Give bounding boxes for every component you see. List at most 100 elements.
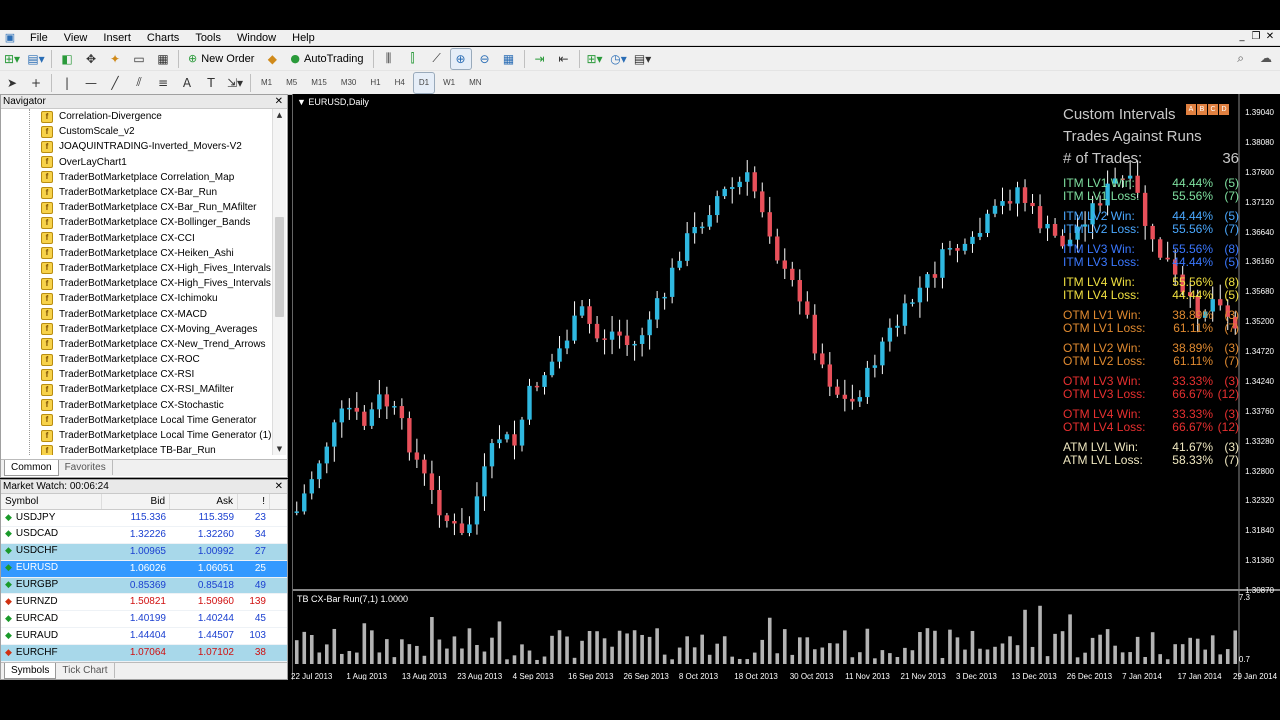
navigator-indicator-item[interactable]: f TraderBotMarketplace Local Time Generat… [1, 428, 273, 443]
market-watch-row[interactable]: ◆ USDJPY 115.336 115.359 23 [1, 510, 287, 527]
tab-favorites[interactable]: Favorites [59, 460, 113, 475]
menu-help[interactable]: Help [284, 30, 323, 46]
periods-icon[interactable]: ◷▾ [609, 49, 629, 69]
navigator-indicator-item[interactable]: f TraderBotMarketplace Local Time Generat… [1, 413, 273, 428]
vertical-line-icon[interactable]: | [57, 73, 77, 93]
templates-icon[interactable]: ▤▾ [633, 49, 653, 69]
navigator-indicator-item[interactable]: f OverLayChart1 [1, 155, 273, 170]
chart-window[interactable]: ▼ EURUSD,Daily TB CX-Bar Run(7,1) 1.0000… [291, 94, 1280, 686]
new-order-button[interactable]: ⊕ New Order [184, 49, 258, 69]
column-symbol[interactable]: Symbol [1, 494, 102, 509]
navigator-item-label: Correlation-Divergence [59, 111, 162, 123]
tile-windows-icon[interactable]: ▦ [499, 49, 519, 69]
navigator-indicator-item[interactable]: f TraderBotMarketplace CX-MACD [1, 306, 273, 321]
close-icon[interactable]: ✕ [275, 480, 283, 494]
menu-file[interactable]: File [22, 30, 56, 46]
menu-tools[interactable]: Tools [187, 30, 229, 46]
timeframe-m5[interactable]: M5 [281, 73, 302, 93]
scroll-down-icon[interactable]: ▼ [273, 443, 286, 455]
restore-icon[interactable]: ❐ [1250, 31, 1262, 43]
market-watch-row[interactable]: ◆ EURNZD 1.50821 1.50960 139 [1, 594, 287, 612]
navigator-indicator-item[interactable]: f TraderBotMarketplace TB-Bar_Run [1, 443, 273, 455]
market-watch-icon[interactable]: ◧ [57, 49, 77, 69]
navigator-indicator-item[interactable]: f JOAQUINTRADING-Inverted_Movers-V2 [1, 139, 273, 154]
navigator-indicator-item[interactable]: f CustomScale_v2 [1, 124, 273, 139]
navigator-indicator-item[interactable]: f TraderBotMarketplace Correlation_Map [1, 170, 273, 185]
indicators-icon[interactable]: ⊞▾ [585, 49, 605, 69]
navigator-indicator-item[interactable]: f TraderBotMarketplace CX-ROC [1, 352, 273, 367]
timeframe-h4[interactable]: H4 [390, 73, 410, 93]
navigator-indicator-item[interactable]: f TraderBotMarketplace CX-Bar_Run [1, 185, 273, 200]
metaeditor-icon[interactable]: ◆ [262, 49, 282, 69]
column-ask[interactable]: Ask [170, 494, 238, 509]
profiles-icon[interactable]: ▤▾ [26, 49, 46, 69]
cursor-icon[interactable]: ➤ [2, 73, 22, 93]
menu-view[interactable]: View [56, 30, 96, 46]
crosshair-icon[interactable]: + [26, 73, 46, 93]
zoom-in-icon[interactable]: ⊕ [449, 47, 472, 70]
market-watch-row[interactable]: ◆ EURGBP 0.85369 0.85418 49 [1, 577, 287, 595]
navigator-indicator-item[interactable]: f TraderBotMarketplace CX-RSI_MAfilter [1, 382, 273, 397]
tab-symbols[interactable]: Symbols [4, 663, 57, 679]
line-chart-icon[interactable]: ⟋ [427, 49, 447, 69]
market-watch-row[interactable]: ◆ EURUSD 1.06026 1.06051 25 [1, 560, 287, 578]
market-watch-row[interactable]: ◆ USDCHF 1.00965 1.00992 27 [1, 543, 287, 561]
navigator-scrollbar[interactable]: ▲ ▼ [272, 109, 286, 455]
market-watch-row[interactable]: ◆ EURCAD 1.40199 1.40244 45 [1, 611, 287, 629]
fibonacci-icon[interactable]: ≡ [153, 73, 173, 93]
candlestick-icon[interactable]: ⫿ [403, 49, 423, 69]
navigator-indicator-item[interactable]: f TraderBotMarketplace CX-CCI [1, 231, 273, 246]
navigator-indicator-item[interactable]: f TraderBotMarketplace CX-RSI [1, 367, 273, 382]
timeframe-mn[interactable]: MN [464, 73, 486, 93]
close-icon[interactable]: ✕ [275, 95, 283, 109]
horizontal-line-icon[interactable]: — [81, 73, 101, 93]
navigator-indicator-item[interactable]: f TraderBotMarketplace CX-High_Fives_Inte… [1, 261, 273, 276]
equidistant-channel-icon[interactable]: ⫽ [129, 73, 149, 93]
navigator-indicator-item[interactable]: f TraderBotMarketplace CX-New_Trend_Arrow… [1, 337, 273, 352]
strategy-tester-icon[interactable]: ▦ [153, 49, 173, 69]
navigator-icon[interactable]: ✦ [105, 49, 125, 69]
new-chart-icon[interactable]: ⊞▾ [2, 49, 22, 69]
market-watch-row[interactable]: ◆ USDCAD 1.32226 1.32260 34 [1, 527, 287, 544]
scroll-thumb[interactable] [275, 217, 284, 317]
text-label-icon[interactable]: T [201, 73, 221, 93]
navigator-indicator-item[interactable]: f TraderBotMarketplace CX-Stochastic [1, 398, 273, 413]
tab-tick-chart[interactable]: Tick Chart [56, 663, 115, 678]
navigator-indicator-item[interactable]: f TraderBotMarketplace CX-Heiken_Ashi [1, 246, 273, 261]
navigator-indicator-item[interactable]: f TraderBotMarketplace CX-High_Fives_Inte… [1, 276, 273, 291]
search-icon[interactable]: ⌕ [1237, 51, 1244, 66]
market-watch-row[interactable]: ◆ EURAUD 1.44404 1.44507 103 [1, 628, 287, 646]
scroll-up-icon[interactable]: ▲ [273, 109, 286, 121]
menu-window[interactable]: Window [229, 30, 284, 46]
market-watch-row[interactable]: ◆ EURCHF 1.07064 1.07102 38 [1, 645, 287, 663]
chat-icon[interactable]: ☁ [1260, 51, 1272, 66]
timeframe-m1[interactable]: M1 [256, 73, 277, 93]
timeframe-w1[interactable]: W1 [438, 73, 460, 93]
column-spread[interactable]: ! [238, 494, 270, 509]
navigator-indicator-item[interactable]: f TraderBotMarketplace CX-Ichimoku [1, 291, 273, 306]
minimize-icon[interactable]: _ [1236, 31, 1248, 43]
navigator-indicator-item[interactable]: f TraderBotMarketplace CX-Moving_Averages [1, 322, 273, 337]
autotrading-button[interactable]: ● AutoTrading [286, 49, 367, 69]
navigator-indicator-item[interactable]: f TraderBotMarketplace CX-Bar_Run_MAfilte… [1, 200, 273, 215]
column-bid[interactable]: Bid [102, 494, 170, 509]
bar-chart-icon[interactable]: ⫼ [379, 49, 399, 69]
text-icon[interactable]: A [177, 73, 197, 93]
timeframe-m15[interactable]: M15 [306, 73, 332, 93]
menu-insert[interactable]: Insert [95, 30, 139, 46]
timeframe-m30[interactable]: M30 [336, 73, 362, 93]
timeframe-d1[interactable]: D1 [412, 71, 436, 94]
timeframe-h1[interactable]: H1 [365, 73, 385, 93]
terminal-icon[interactable]: ▭ [129, 49, 149, 69]
autoscroll-icon[interactable]: ⇤ [554, 49, 574, 69]
navigator-indicator-item[interactable]: f Correlation-Divergence [1, 109, 273, 124]
trendline-icon[interactable]: ╱ [105, 73, 125, 93]
chart-shift-icon[interactable]: ⇥ [530, 49, 550, 69]
menu-charts[interactable]: Charts [139, 30, 187, 46]
tab-common[interactable]: Common [4, 460, 59, 476]
navigator-indicator-item[interactable]: f TraderBotMarketplace CX-Bollinger_Bands [1, 215, 273, 230]
arrows-icon[interactable]: ⇲▾ [225, 73, 245, 93]
zoom-out-icon[interactable]: ⊖ [475, 49, 495, 69]
close-icon[interactable]: ✕ [1264, 31, 1276, 43]
data-window-icon[interactable]: ✥ [81, 49, 101, 69]
